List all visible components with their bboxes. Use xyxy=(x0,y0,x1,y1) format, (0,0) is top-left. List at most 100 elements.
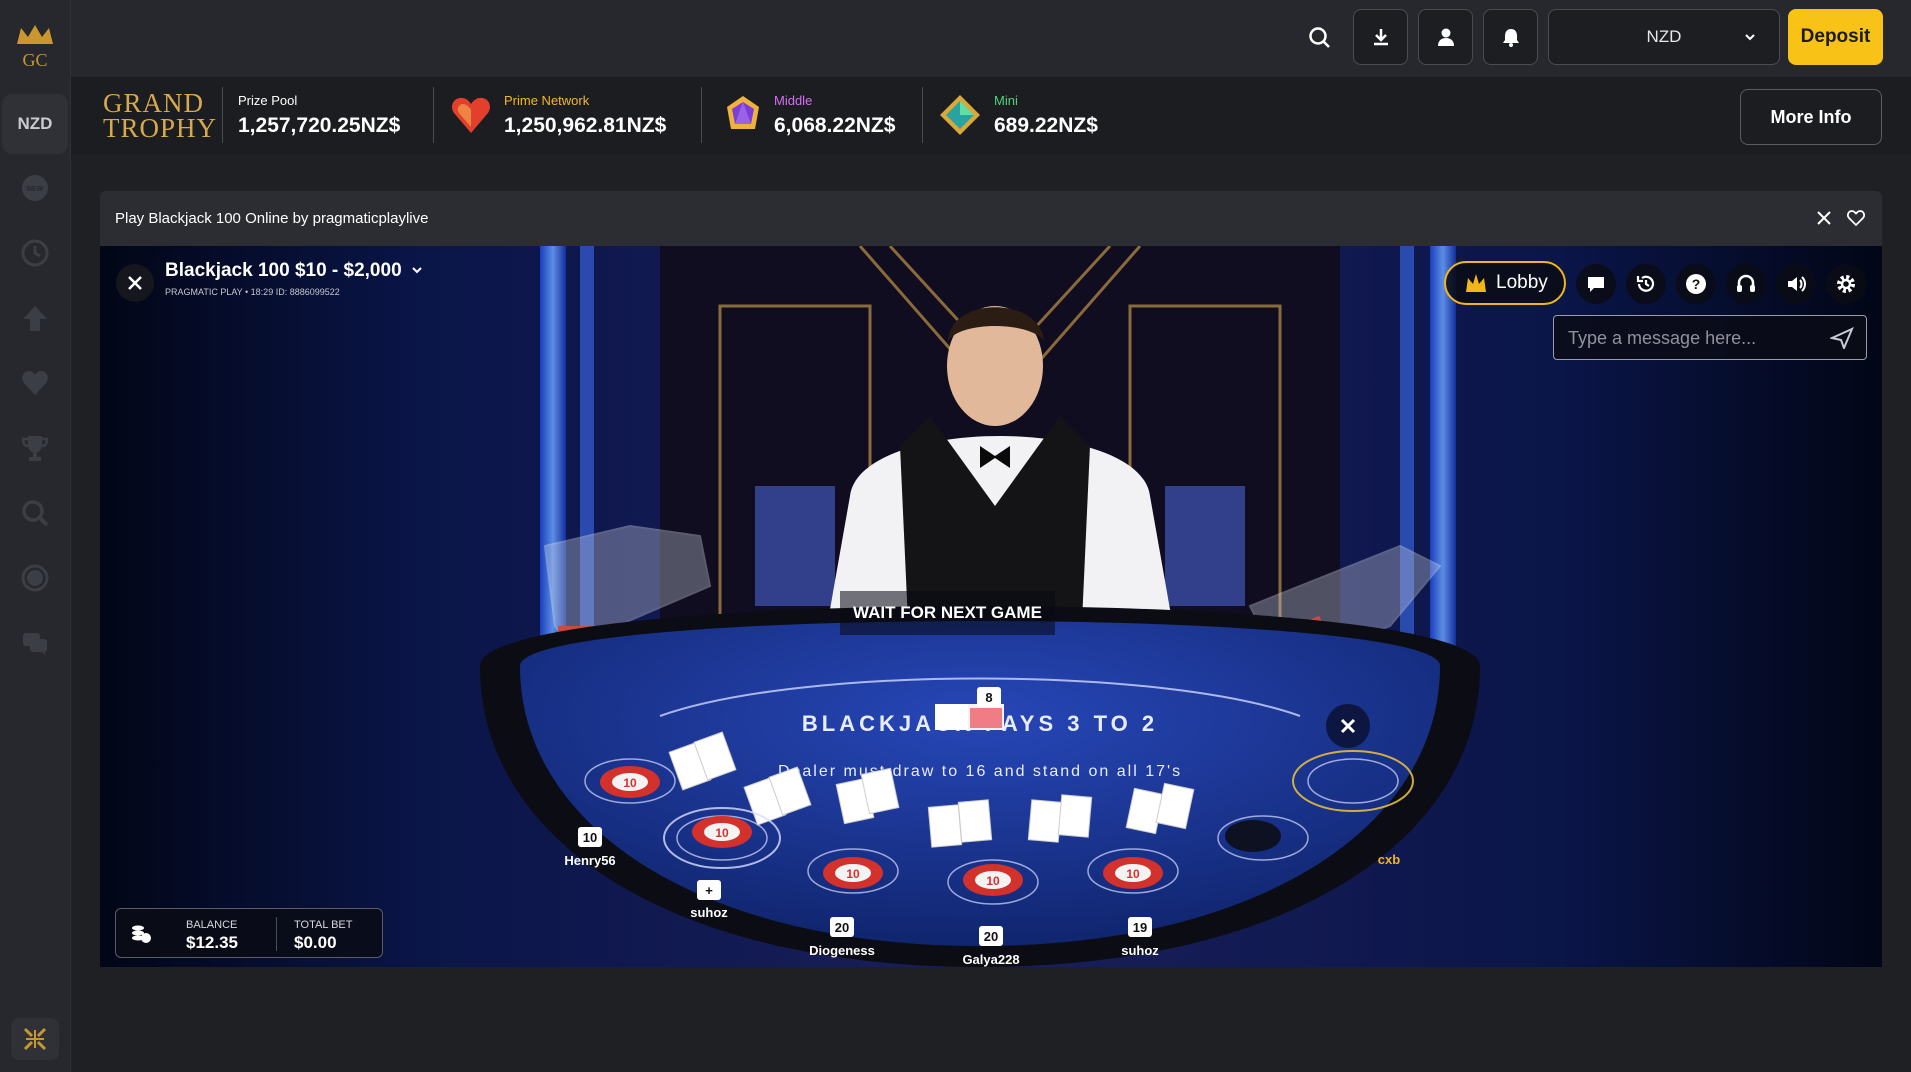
top-bar: NZD Deposit xyxy=(71,0,1911,77)
exit-game-button[interactable] xyxy=(116,264,154,302)
bell-icon xyxy=(1502,29,1519,47)
sound-button[interactable] xyxy=(1776,264,1816,304)
seat-player-name: Diogeness xyxy=(809,943,875,958)
deposit-button[interactable]: Deposit xyxy=(1788,9,1883,65)
green-gem-icon xyxy=(940,95,980,135)
game-subtitle: PRAGMATIC PLAY • 18:29 ID: 8886099522 xyxy=(165,287,340,297)
favorite-icon[interactable] xyxy=(1846,208,1866,228)
settings-button[interactable] xyxy=(1826,264,1866,304)
seat-player-name: suhoz xyxy=(690,905,728,920)
seat-player-name: Henry56 xyxy=(564,853,616,868)
jackpot-bar: GRAND TROPHY Prize Pool 1,257,720.25NZ$ … xyxy=(71,77,1911,155)
recent-icon[interactable] xyxy=(18,236,52,270)
divider xyxy=(276,917,277,951)
more-info-button[interactable]: More Info xyxy=(1740,89,1882,145)
total-bet-label: TOTAL BET xyxy=(294,919,353,931)
total-bet-value: $0.00 xyxy=(294,933,337,952)
headset-icon xyxy=(1737,274,1755,292)
balance-panel: BALANCE $12.35 TOTAL BET $0.00 xyxy=(115,908,383,958)
game-viewport: BLACKJACK PAYS 3 TO 2 Dealer must draw t… xyxy=(100,246,1882,967)
svg-text:NEW: NEW xyxy=(27,186,44,193)
mini-label: Mini xyxy=(994,93,1018,108)
crown-icon xyxy=(1466,274,1486,292)
prime-network-label: Prime Network xyxy=(504,93,590,108)
page-footer-space xyxy=(71,967,1911,1072)
close-icon[interactable] xyxy=(1814,208,1834,228)
prize-pool: Prize Pool 1,257,720.25NZ$ xyxy=(238,89,428,145)
remove-bet-button[interactable] xyxy=(1326,704,1370,748)
new-icon[interactable]: NEW xyxy=(18,171,52,205)
table-dealer-rule-text: Dealer must draw to 16 and stand on all … xyxy=(778,763,1182,780)
seat-player-name: cxb xyxy=(1377,852,1401,867)
search-icon[interactable] xyxy=(18,496,52,530)
seat-score: 20 xyxy=(979,926,1003,946)
search-icon[interactable] xyxy=(1300,18,1340,58)
chat-toggle-button[interactable] xyxy=(1576,264,1616,304)
seat-score: 10 xyxy=(578,827,602,847)
gear-icon xyxy=(1837,275,1855,293)
grand-trophy-logo: GRAND TROPHY xyxy=(103,88,218,143)
trophy-icon[interactable] xyxy=(18,431,52,465)
mini-jackpot: Mini 689.22NZ$ xyxy=(938,89,1128,145)
top-icon[interactable] xyxy=(18,301,52,335)
chat-bubbles-icon[interactable] xyxy=(18,626,52,660)
seat-score: 20 xyxy=(830,917,854,937)
divider xyxy=(433,87,434,143)
lobby-button[interactable]: Lobby xyxy=(1444,261,1566,305)
divider xyxy=(922,87,923,143)
seat-score: 19 xyxy=(1128,917,1152,937)
game-title[interactable]: Blackjack 100 $10 - $2,000 xyxy=(165,260,423,282)
seat-player-name: suhoz xyxy=(1121,943,1159,958)
dealer-card xyxy=(935,704,971,730)
history-icon xyxy=(1636,275,1655,292)
lobby-label: Lobby xyxy=(1496,272,1548,293)
middle-jackpot: Middle 6,068.22NZ$ xyxy=(721,89,921,145)
seat-player-name: Galya228 xyxy=(962,952,1020,967)
help-button[interactable]: ? xyxy=(1676,264,1716,304)
chat-box xyxy=(1553,315,1867,360)
game-title-text: Blackjack 100 $10 - $2,000 xyxy=(165,260,402,281)
purple-gem-icon xyxy=(727,96,759,129)
chips-stack-icon xyxy=(132,925,151,943)
divider xyxy=(701,87,702,143)
svg-text:GC: GC xyxy=(22,50,47,70)
game-panel-header: Play Blackjack 100 Online by pragmaticpl… xyxy=(100,191,1882,246)
site-logo[interactable]: GC xyxy=(11,22,59,72)
support-button[interactable] xyxy=(1726,264,1766,304)
chevron-down-icon xyxy=(1745,34,1755,41)
prime-network-jackpot: Prime Network 1,250,962.81NZ$ xyxy=(449,89,699,145)
middle-value: 6,068.22NZ$ xyxy=(774,114,896,137)
balance-label: BALANCE xyxy=(186,919,238,931)
currency-indicator[interactable]: NZD xyxy=(2,94,68,154)
live-icon[interactable] xyxy=(18,561,52,595)
game-status: WAIT FOR NEXT GAME xyxy=(840,591,1055,635)
send-icon[interactable] xyxy=(1830,327,1854,349)
svg-text:?: ? xyxy=(1692,276,1701,292)
download-icon xyxy=(1373,29,1388,46)
dealer-score: 8 xyxy=(977,687,1001,707)
user-icon xyxy=(1437,28,1454,46)
chevron-down-icon xyxy=(412,267,422,274)
prime-network-value: 1,250,962.81NZ$ xyxy=(504,114,667,137)
notifications-button[interactable] xyxy=(1483,9,1538,65)
divider xyxy=(222,87,223,143)
svg-text:10: 10 xyxy=(623,776,637,790)
collapse-icon[interactable] xyxy=(11,1018,59,1060)
left-sidebar: GC NZD NEW xyxy=(0,0,71,1072)
chat-input[interactable] xyxy=(1568,326,1818,350)
help-icon: ? xyxy=(1686,274,1706,294)
prize-pool-label: Prize Pool xyxy=(238,93,298,108)
close-icon xyxy=(1340,718,1356,734)
seat-add-button[interactable]: + xyxy=(697,880,721,900)
svg-text:10: 10 xyxy=(846,867,860,881)
profile-button[interactable] xyxy=(1418,9,1473,65)
download-button[interactable] xyxy=(1353,9,1408,65)
svg-text:10: 10 xyxy=(1126,867,1140,881)
middle-label: Middle xyxy=(774,93,813,108)
currency-select[interactable]: NZD xyxy=(1548,9,1780,65)
history-button[interactable] xyxy=(1626,264,1666,304)
currency-select-value: NZD xyxy=(1646,27,1682,46)
speaker-icon xyxy=(1788,276,1806,292)
favorites-icon[interactable] xyxy=(18,366,52,400)
mini-value: 689.22NZ$ xyxy=(994,114,1098,137)
